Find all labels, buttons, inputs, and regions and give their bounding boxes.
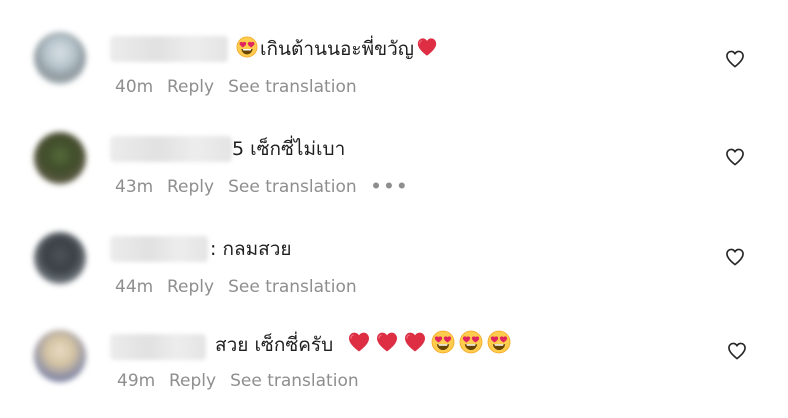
see-translation-link[interactable]: See translation: [228, 75, 357, 99]
comment-body: เซ็กซี่ไม่เบา: [250, 138, 346, 160]
avatar[interactable]: [34, 330, 86, 382]
heart-eyes-emoji: [487, 330, 511, 354]
heart-eyes-emoji: [236, 36, 258, 58]
heart-outline-icon[interactable]: [724, 246, 746, 268]
comment-body: สวย เซ็กซี่ครับ: [215, 334, 334, 356]
timestamp: 44m: [115, 277, 154, 297]
see-translation-link[interactable]: See translation: [228, 275, 357, 299]
heart-eyes-emoji: [431, 330, 455, 354]
comment-text: 5 เซ็กซี่ไม่เบา: [232, 136, 345, 162]
red-heart-emoji: [375, 330, 399, 354]
see-translation-link[interactable]: See translation: [228, 175, 357, 199]
comment-text: สวย เซ็กซี่ครับ: [215, 330, 513, 358]
username[interactable]: [110, 136, 232, 162]
red-heart-emoji: [403, 330, 427, 354]
username[interactable]: [110, 236, 208, 262]
comment-body: เกินต้านนอะพี่ขวัญ: [260, 38, 414, 60]
reply-button[interactable]: Reply: [167, 75, 214, 99]
comment-text: เกินต้านนอะพี่ขวัญ: [234, 36, 440, 62]
comment-meta: 49m Reply See translation: [117, 369, 359, 393]
comment-body: กลมสวย: [222, 238, 292, 260]
timestamp: 40m: [115, 77, 154, 97]
reply-button[interactable]: Reply: [169, 369, 216, 393]
reply-button[interactable]: Reply: [167, 175, 214, 199]
comment-item: : กลมสวย 44m Reply See translation: [0, 220, 788, 320]
timestamp: 43m: [115, 177, 154, 197]
comment-meta: 44m Reply See translation: [115, 275, 357, 299]
avatar[interactable]: [34, 232, 86, 284]
comment-item: สวย เซ็กซี่ครับ 49m Reply See translation: [0, 318, 788, 418]
heart-outline-icon[interactable]: [724, 146, 746, 168]
username-fragment: :: [210, 238, 217, 260]
more-horizontal-icon[interactable]: •••: [371, 175, 410, 199]
red-heart-emoji: [347, 330, 371, 354]
heart-outline-icon[interactable]: [726, 340, 748, 362]
avatar[interactable]: [34, 32, 86, 84]
heart-eyes-emoji: [459, 330, 483, 354]
red-heart-emoji: [416, 36, 438, 58]
comment-meta: 43m Reply See translation •••: [115, 175, 409, 199]
comment-item: เกินต้านนอะพี่ขวัญ 40m Reply See translati…: [0, 20, 788, 120]
comment-meta: 40m Reply See translation: [115, 75, 357, 99]
comment-item: 5 เซ็กซี่ไม่เบา 43m Reply See translation •…: [0, 120, 788, 220]
see-translation-link[interactable]: See translation: [230, 369, 359, 393]
comment-text: : กลมสวย: [210, 236, 292, 262]
username[interactable]: [110, 334, 206, 360]
heart-outline-icon[interactable]: [724, 48, 746, 70]
reply-button[interactable]: Reply: [167, 275, 214, 299]
timestamp: 49m: [117, 371, 156, 391]
username[interactable]: [110, 36, 228, 62]
username-fragment: 5: [232, 138, 245, 160]
avatar[interactable]: [34, 132, 86, 184]
